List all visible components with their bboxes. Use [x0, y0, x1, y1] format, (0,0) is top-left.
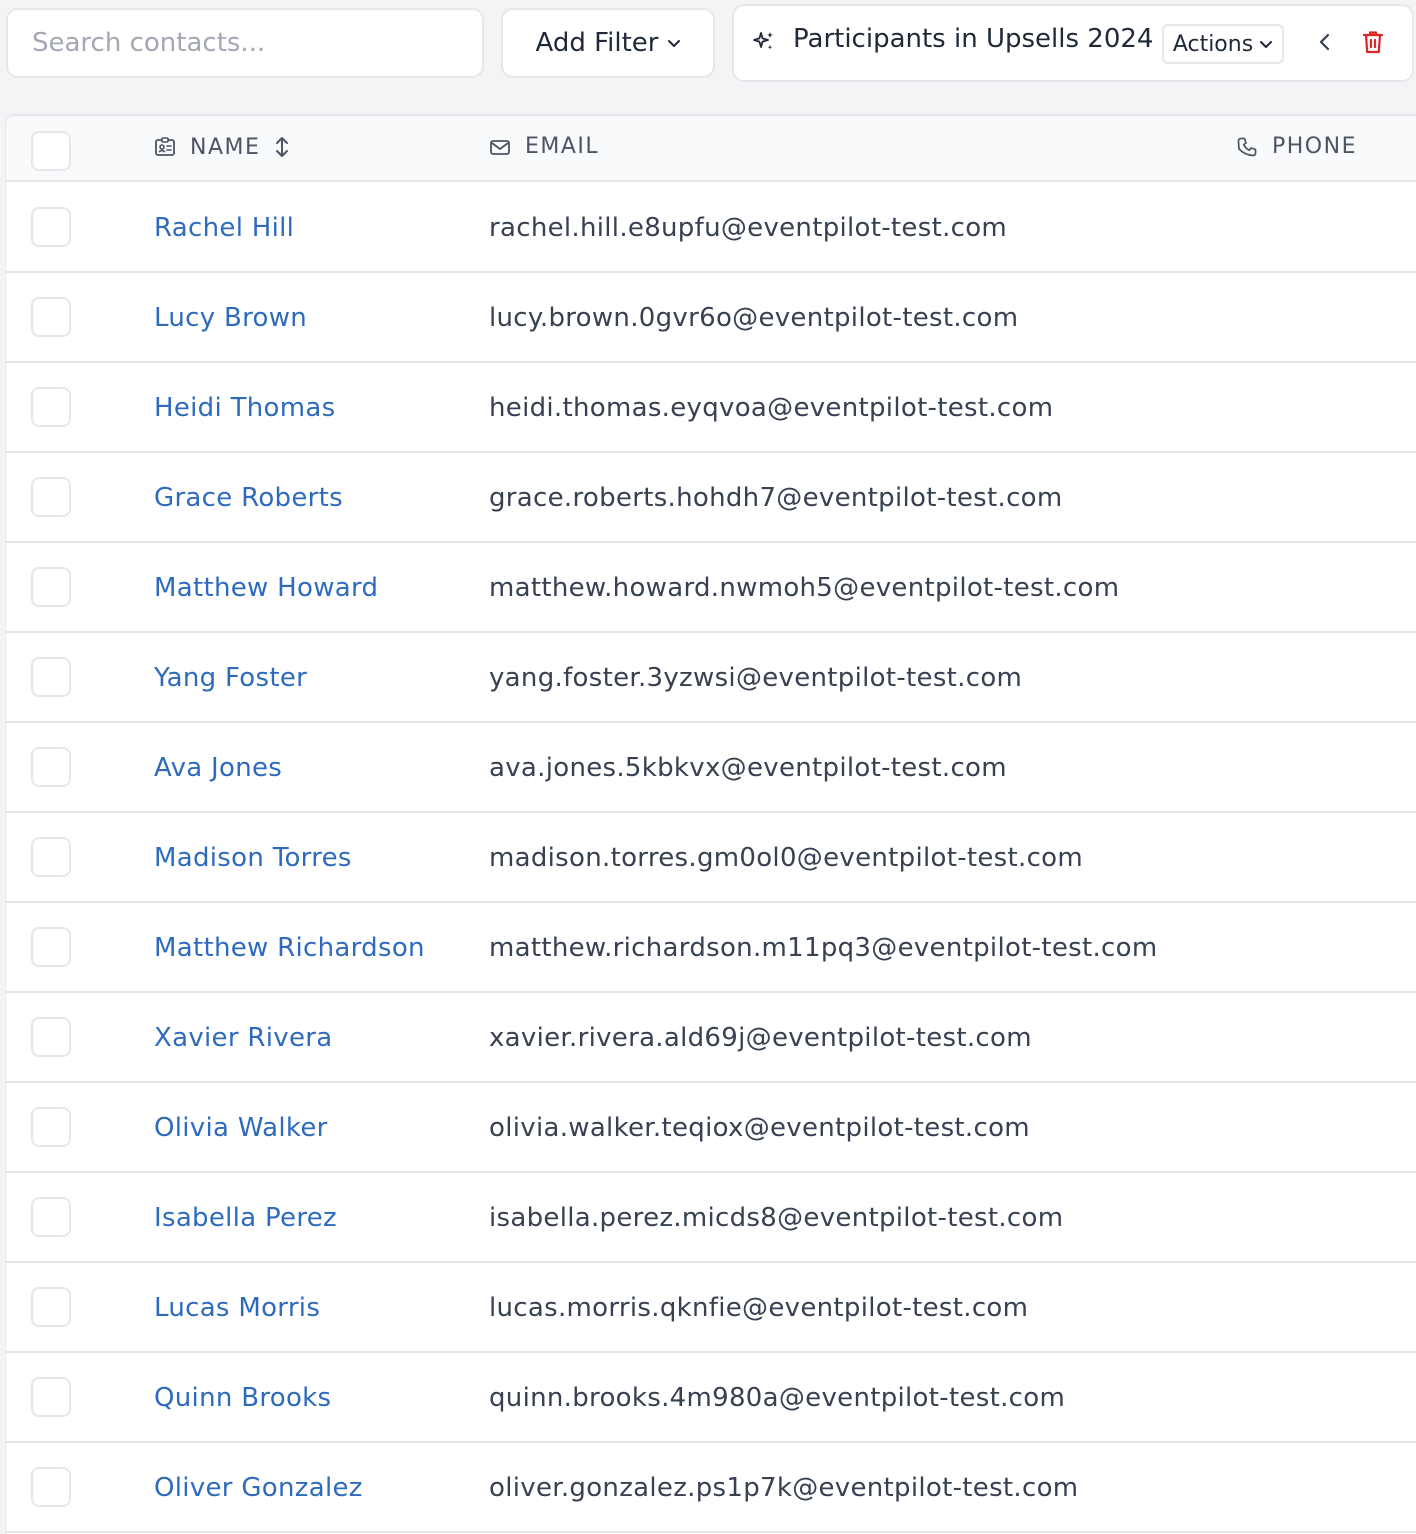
table-row[interactable]: Madison Torres madison.torres.gm0ol0@even…	[6, 813, 1416, 903]
table-row[interactable]: Lucas Morris lucas.morris.qknfie@eventpil…	[6, 1263, 1416, 1353]
contact-email: lucy.brown.0gvr6o@eventpilot-test.com	[489, 303, 1019, 333]
chevron-down-icon	[1260, 41, 1273, 48]
back-button[interactable]	[1313, 28, 1337, 56]
table-row[interactable]: Heidi Thomas heidi.thomas.eyqvoa@eventpil…	[6, 363, 1416, 453]
row-checkbox[interactable]	[31, 837, 71, 877]
table-row[interactable]: Olivia Walker olivia.walker.teqiox@eventp…	[6, 1083, 1416, 1173]
search-input[interactable]	[6, 8, 484, 78]
contact-email: rachel.hill.e8upfu@eventpilot-test.com	[489, 213, 1008, 243]
table-row[interactable]: Grace Roberts grace.roberts.hohdh7@eventp…	[6, 453, 1416, 543]
contact-name-link[interactable]: Lucas Morris	[154, 1293, 320, 1323]
toolbar: Add Filter Participants in Upsells 2024 …	[0, 0, 1416, 116]
contact-name-link[interactable]: Xavier Rivera	[154, 1023, 333, 1053]
contact-name-link[interactable]: Olivia Walker	[154, 1113, 328, 1143]
contact-email: olivia.walker.teqiox@eventpilot-test.com	[489, 1113, 1030, 1143]
contact-email: yang.foster.3yzwsi@eventpilot-test.com	[489, 663, 1023, 693]
table-row[interactable]: Matthew Howard matthew.howard.nwmoh5@even…	[6, 543, 1416, 633]
contact-email: quinn.brooks.4m980a@eventpilot-test.com	[489, 1383, 1066, 1413]
table-header: NAME EMAIL PHONE	[6, 116, 1416, 182]
add-filter-button[interactable]: Add Filter	[501, 8, 715, 78]
contact-name-link[interactable]: Heidi Thomas	[154, 393, 335, 423]
table-row[interactable]: Lucy Brown lucy.brown.0gvr6o@eventpilot-t…	[6, 273, 1416, 363]
row-checkbox[interactable]	[31, 567, 71, 607]
contact-email: matthew.howard.nwmoh5@eventpilot-test.co…	[489, 573, 1120, 603]
contact-email: lucas.morris.qknfie@eventpilot-test.com	[489, 1293, 1029, 1323]
column-header-email: EMAIL	[489, 134, 599, 159]
chevron-down-icon	[667, 40, 680, 47]
contact-email: heidi.thomas.eyqvoa@eventpilot-test.com	[489, 393, 1054, 423]
row-checkbox[interactable]	[31, 477, 71, 517]
id-card-icon	[155, 137, 175, 156]
row-checkbox[interactable]	[31, 1467, 71, 1507]
contact-email: xavier.rivera.ald69j@eventpilot-test.com	[489, 1023, 1032, 1053]
sparkle-icon	[753, 32, 773, 50]
table-row[interactable]: Isabella Perez isabella.perez.micds8@even…	[6, 1173, 1416, 1263]
row-checkbox[interactable]	[31, 387, 71, 427]
actions-label: Actions	[1172, 31, 1254, 57]
row-checkbox[interactable]	[31, 207, 71, 247]
contact-name-link[interactable]: Rachel Hill	[154, 213, 294, 243]
row-checkbox[interactable]	[31, 1287, 71, 1327]
column-label-email: EMAIL	[525, 134, 600, 159]
contact-name-link[interactable]: Oliver Gonzalez	[154, 1473, 363, 1503]
table-row[interactable]: Rachel Hill rachel.hill.e8upfu@eventpilot…	[6, 183, 1416, 273]
contact-name-link[interactable]: Quinn Brooks	[154, 1383, 331, 1413]
column-header-name[interactable]: NAME	[154, 134, 290, 160]
column-label-name: NAME	[190, 134, 261, 160]
row-checkbox[interactable]	[31, 1107, 71, 1147]
column-label-phone: PHONE	[1272, 134, 1357, 159]
contact-name-link[interactable]: Yang Foster	[154, 663, 307, 693]
contact-email: ava.jones.5kbkvx@eventpilot-test.com	[489, 753, 1007, 783]
column-header-phone: PHONE	[1236, 134, 1357, 159]
contact-name-link[interactable]: Matthew Howard	[154, 573, 378, 603]
table-row[interactable]: Matthew Richardson matthew.richardson.m11…	[6, 903, 1416, 993]
chevron-left-icon	[1319, 33, 1330, 51]
actions-dropdown[interactable]: Actions	[1162, 24, 1284, 64]
contact-email: grace.roberts.hohdh7@eventpilot-test.com	[489, 483, 1063, 513]
contact-name-link[interactable]: Matthew Richardson	[154, 933, 425, 963]
contact-email: madison.torres.gm0ol0@eventpilot-test.co…	[489, 843, 1083, 873]
sort-icon[interactable]	[274, 134, 290, 160]
row-checkbox[interactable]	[31, 1197, 71, 1237]
table-row[interactable]: Ava Jones ava.jones.5kbkvx@eventpilot-tes…	[6, 723, 1416, 813]
view-title: Participants in Upsells 2024	[793, 24, 1154, 54]
row-checkbox[interactable]	[31, 1017, 71, 1057]
contact-name-link[interactable]: Grace Roberts	[154, 483, 343, 513]
contact-name-link[interactable]: Lucy Brown	[154, 303, 307, 333]
row-checkbox[interactable]	[31, 297, 71, 337]
row-checkbox[interactable]	[31, 747, 71, 787]
envelope-icon	[490, 139, 510, 155]
row-checkbox[interactable]	[31, 1377, 71, 1417]
row-checkbox[interactable]	[31, 927, 71, 967]
select-all-checkbox[interactable]	[31, 131, 71, 171]
contact-name-link[interactable]: Ava Jones	[154, 753, 282, 783]
table-row[interactable]: Quinn Brooks quinn.brooks.4m980a@eventpil…	[6, 1353, 1416, 1443]
contact-name-link[interactable]: Madison Torres	[154, 843, 352, 873]
table-row[interactable]: Xavier Rivera xavier.rivera.ald69j@eventp…	[6, 993, 1416, 1083]
contacts-table: NAME EMAIL PHONE Rachel Hill rachel.hill.…	[5, 114, 1416, 1534]
contact-name-link[interactable]: Isabella Perez	[154, 1203, 337, 1233]
contact-email: oliver.gonzalez.ps1p7k@eventpilot-test.c…	[489, 1473, 1079, 1503]
trash-icon	[1362, 31, 1384, 54]
add-filter-label: Add Filter	[535, 28, 659, 58]
contact-email: isabella.perez.micds8@eventpilot-test.co…	[489, 1203, 1064, 1233]
table-row[interactable]: Yang Foster yang.foster.3yzwsi@eventpilot…	[6, 633, 1416, 723]
delete-button[interactable]	[1359, 27, 1387, 57]
contact-email: matthew.richardson.m11pq3@eventpilot-tes…	[489, 933, 1158, 963]
row-checkbox[interactable]	[31, 657, 71, 697]
table-row[interactable]: Oliver Gonzalez oliver.gonzalez.ps1p7k@ev…	[6, 1443, 1416, 1533]
phone-icon	[1237, 137, 1257, 156]
